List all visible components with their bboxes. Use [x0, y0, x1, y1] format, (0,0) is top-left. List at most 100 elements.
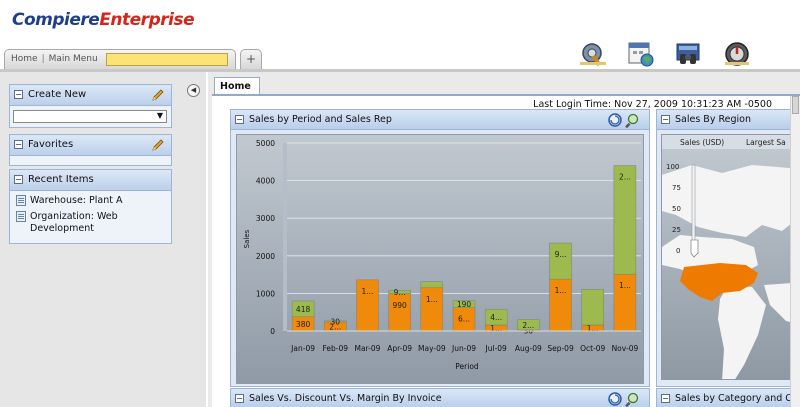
collapse-portlet-button[interactable]: −	[661, 394, 670, 403]
scale-slider-handle[interactable]	[690, 239, 699, 258]
dropdown-arrow-icon: ▼	[156, 111, 163, 120]
data-label: 190	[457, 300, 472, 309]
scale-100: 100	[666, 163, 679, 171]
recent-item-label: Organization: Web Development	[30, 211, 118, 234]
main-menu-tab: Home | Main Menu	[4, 49, 236, 69]
portlet-title: Sales by Category and Co	[675, 393, 798, 404]
compiere-logo[interactable]: CompiereEnterprise	[12, 10, 195, 30]
y-tick-label: 1000	[256, 289, 275, 298]
logo-enterprise: Enterprise	[99, 10, 195, 30]
settings-wrench-icon[interactable]	[578, 40, 608, 68]
add-tab-button[interactable]: +	[240, 49, 262, 69]
vertical-scrollbar[interactable]	[790, 96, 800, 407]
scale-25: 25	[672, 226, 681, 234]
recent-items-header: − Recent Items	[10, 170, 171, 191]
create-new-title: Create New	[28, 89, 87, 100]
refresh-icon[interactable]	[608, 113, 622, 127]
region-col2: Largest Sa	[746, 138, 786, 147]
zoom-icon[interactable]	[625, 392, 639, 407]
world-map: Sales (USD) Largest Sa 100 75 50 25 0	[662, 135, 800, 379]
sales-by-region-portlet: − Sales By Region Sales (USD) Largest Sa	[656, 109, 800, 387]
portlet-header: − Sales Vs. Discount Vs. Margin By Invoi…	[231, 389, 649, 407]
window-icon	[16, 195, 26, 206]
data-label: 418	[296, 305, 311, 314]
portlet-icons	[608, 392, 639, 407]
breadcrumb-home[interactable]: Home	[11, 54, 38, 64]
collapse-portlet-button[interactable]: −	[235, 394, 244, 403]
x-tick-label: May-09	[418, 344, 446, 353]
data-label: 6...	[458, 315, 470, 324]
menu-search-input[interactable]	[106, 53, 228, 66]
region-col1: Sales (USD)	[680, 138, 724, 147]
y-axis-band	[283, 143, 287, 331]
sales-by-period-portlet: − Sales by Period and Sales Rep 0 1000 2…	[230, 109, 650, 387]
data-label: 2...	[522, 321, 534, 330]
x-tick-label: Sep-09	[547, 344, 574, 353]
portlet-header: − Sales by Period and Sales Rep	[231, 110, 649, 130]
sales-by-period-chart: 0 1000 2000 3000 4000 5000 Sales 380 418 Jan-09 2.…	[236, 134, 644, 384]
scale-75: 75	[672, 184, 681, 192]
data-label: 1...	[361, 287, 373, 296]
edit-pencil-icon[interactable]	[151, 88, 165, 102]
x-tick-label: Mar-09	[354, 344, 380, 353]
y-tick-label: 2000	[256, 252, 275, 261]
x-tick-label: Jul-09	[485, 344, 508, 353]
x-tick-label: Feb-09	[323, 344, 349, 353]
portlet-title: Sales By Region	[675, 114, 751, 125]
bar-segment	[420, 281, 444, 289]
favorites-header: − Favorites	[10, 135, 171, 156]
calendar-globe-icon[interactable]	[626, 40, 656, 68]
data-label: 30	[330, 317, 340, 326]
favorites-title: Favorites	[28, 139, 74, 150]
x-tick-label: Nov-09	[612, 344, 639, 353]
binoculars-icon[interactable]	[674, 40, 704, 68]
y-tick-label: 0	[270, 327, 275, 336]
recent-item[interactable]: Warehouse: Plant A	[10, 191, 171, 207]
tab-home[interactable]: Home	[214, 77, 260, 94]
bar-chart: 0 1000 2000 3000 4000 5000 Sales 380 418 Jan-09 2.…	[243, 139, 641, 371]
data-label: 1...	[587, 324, 599, 333]
collapse-portlet-button[interactable]: −	[661, 115, 670, 124]
sales-by-category-portlet: − Sales by Category and Co	[656, 388, 800, 407]
y-axis-label: Sales	[243, 229, 251, 248]
collapse-sidebar-button[interactable]: ◀	[187, 84, 200, 97]
portlet-icons	[608, 113, 639, 129]
zoom-icon[interactable]	[625, 113, 639, 129]
bar-segment	[581, 289, 604, 326]
scrollbar-thumb[interactable]	[792, 96, 799, 114]
collapse-create-new-button[interactable]: −	[14, 90, 23, 99]
create-new-panel: − Create New ▼	[9, 84, 172, 128]
data-label: 1...	[490, 324, 502, 333]
portlet-title: Sales Vs. Discount Vs. Margin By Invoice	[249, 393, 442, 404]
data-label: 990	[392, 301, 407, 310]
recent-item-label: Warehouse: Plant A	[30, 195, 123, 206]
bar-segment	[388, 293, 411, 332]
sales-vs-discount-portlet: − Sales Vs. Discount Vs. Margin By Invoi…	[230, 388, 650, 407]
portlet-header: − Sales By Region	[657, 110, 800, 130]
recent-item[interactable]: Organization: Web Development	[10, 207, 171, 235]
breadcrumb-main-menu[interactable]: Main Menu	[49, 54, 98, 64]
portlet-title: Sales by Period and Sales Rep	[249, 114, 392, 125]
logout-icon[interactable]	[722, 40, 752, 68]
scale-0: 0	[676, 247, 680, 255]
create-new-dropdown[interactable]: ▼	[13, 110, 167, 123]
y-tick-label: 4000	[256, 177, 275, 186]
home-content: Last Login Time: Nov 27, 2009 10:31:23 A…	[212, 96, 800, 407]
collapse-favorites-button[interactable]: −	[14, 140, 23, 149]
window-icon	[16, 211, 26, 222]
data-label: 1...	[619, 281, 631, 290]
favorites-panel: − Favorites	[9, 134, 172, 166]
breadcrumb-separator: |	[41, 54, 45, 64]
collapse-recent-items-button[interactable]: −	[14, 175, 23, 184]
bar-segment	[549, 242, 572, 280]
edit-pencil-icon[interactable]	[151, 138, 165, 152]
refresh-icon[interactable]	[608, 392, 622, 406]
portlet-header: − Sales by Category and Co	[657, 389, 800, 407]
x-tick-label: Apr-09	[387, 344, 412, 353]
region-map[interactable]: Sales (USD) Largest Sa 100 75 50 25 0	[661, 134, 800, 380]
data-label: 9...	[555, 250, 567, 259]
collapse-portlet-button[interactable]: −	[235, 115, 244, 124]
y-tick-label: 5000	[256, 139, 275, 148]
breadcrumb: Home | Main Menu	[11, 54, 98, 64]
recent-items-panel: − Recent Items Warehouse: Plant A Organi…	[9, 169, 172, 244]
